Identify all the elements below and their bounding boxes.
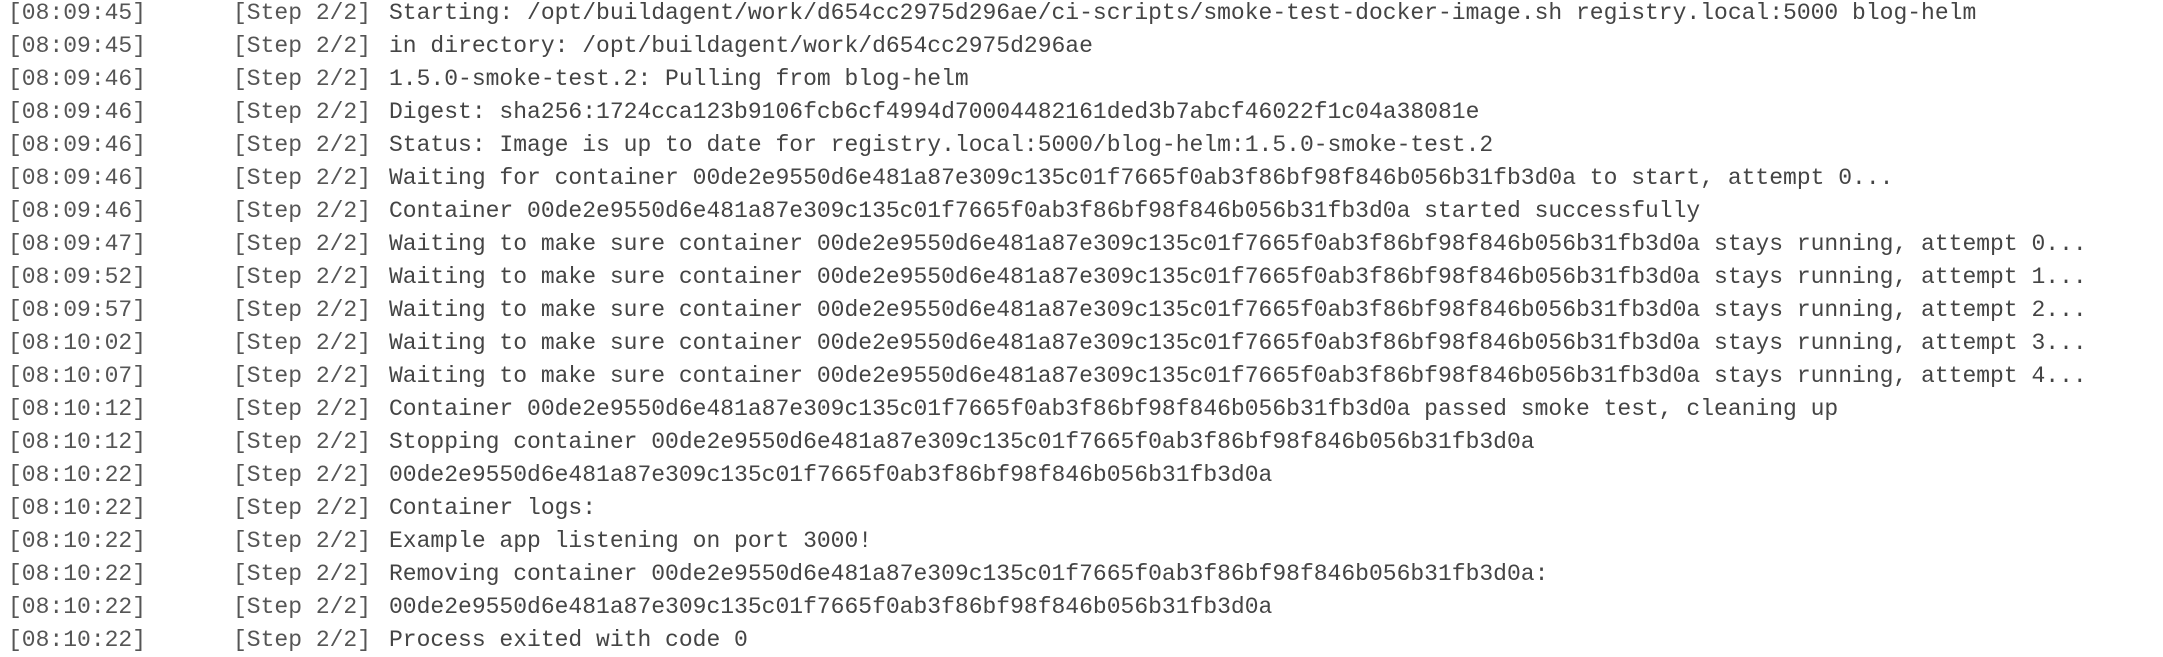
log-timestamp: [08:09:46] xyxy=(8,99,147,125)
log-message: 00de2e9550d6e481a87e309c135c01f7665f0ab3… xyxy=(389,462,1273,488)
log-step-tag: [Step 2/2] xyxy=(233,594,372,620)
log-timestamp: [08:09:46] xyxy=(8,198,147,224)
log-timestamp: [08:10:22] xyxy=(8,462,147,488)
log-timestamp: [08:10:22] xyxy=(8,495,147,521)
log-timestamp: [08:09:46] xyxy=(8,66,147,92)
log-line: [08:09:46] [Step 2/2] 1.5.0-smoke-test.2… xyxy=(0,63,2163,96)
log-line: [08:10:02] [Step 2/2] Waiting to make su… xyxy=(0,327,2163,360)
log-line: [08:09:46] [Step 2/2] Digest: sha256:172… xyxy=(0,96,2163,129)
log-step-tag: [Step 2/2] xyxy=(233,561,372,587)
log-line: [08:09:45] [Step 2/2] in directory: /opt… xyxy=(0,30,2163,63)
log-step-tag: [Step 2/2] xyxy=(233,528,372,554)
log-step-tag: [Step 2/2] xyxy=(233,165,372,191)
log-line: [08:10:22] [Step 2/2] Container logs: xyxy=(0,492,2163,525)
log-step-tag: [Step 2/2] xyxy=(233,198,372,224)
log-step-tag: [Step 2/2] xyxy=(233,396,372,422)
log-timestamp: [08:09:57] xyxy=(8,297,147,323)
log-line: [08:10:22] [Step 2/2] Removing container… xyxy=(0,558,2163,591)
log-line: [08:10:22] [Step 2/2] Example app listen… xyxy=(0,525,2163,558)
log-line: [08:10:12] [Step 2/2] Container 00de2e95… xyxy=(0,393,2163,426)
log-timestamp: [08:10:07] xyxy=(8,363,147,389)
log-step-tag: [Step 2/2] xyxy=(233,99,372,125)
log-timestamp: [08:09:46] xyxy=(8,165,147,191)
log-line: [08:10:07] [Step 2/2] Waiting to make su… xyxy=(0,360,2163,393)
log-message: Status: Image is up to date for registry… xyxy=(389,132,1494,158)
log-line: [08:09:57] [Step 2/2] Waiting to make su… xyxy=(0,294,2163,327)
log-message: Process exited with code 0 xyxy=(389,627,748,653)
log-line: [08:10:12] [Step 2/2] Stopping container… xyxy=(0,426,2163,459)
log-message: Waiting to make sure container 00de2e955… xyxy=(389,297,2087,323)
log-step-tag: [Step 2/2] xyxy=(233,132,372,158)
log-timestamp: [08:10:22] xyxy=(8,561,147,587)
log-step-tag: [Step 2/2] xyxy=(233,0,372,26)
log-message: Waiting to make sure container 00de2e955… xyxy=(389,231,2087,257)
log-step-tag: [Step 2/2] xyxy=(233,33,372,59)
log-message: Waiting to make sure container 00de2e955… xyxy=(389,330,2087,356)
log-timestamp: [08:10:02] xyxy=(8,330,147,356)
log-message: Container 00de2e9550d6e481a87e309c135c01… xyxy=(389,198,1701,224)
log-message: Stopping container 00de2e9550d6e481a87e3… xyxy=(389,429,1535,455)
log-line: [08:09:52] [Step 2/2] Waiting to make su… xyxy=(0,261,2163,294)
log-message: Digest: sha256:1724cca123b9106fcb6cf4994… xyxy=(389,99,1480,125)
log-message: Waiting for container 00de2e9550d6e481a8… xyxy=(389,165,1894,191)
log-line: [08:09:45] [Step 2/2] Starting: /opt/bui… xyxy=(0,0,2163,30)
log-message: Starting: /opt/buildagent/work/d654cc297… xyxy=(389,0,1977,26)
log-line: [08:10:22] [Step 2/2] 00de2e9550d6e481a8… xyxy=(0,459,2163,492)
log-step-tag: [Step 2/2] xyxy=(233,627,372,653)
log-timestamp: [08:10:22] xyxy=(8,528,147,554)
log-message: Removing container 00de2e9550d6e481a87e3… xyxy=(389,561,1549,587)
log-timestamp: [08:09:45] xyxy=(8,33,147,59)
log-step-tag: [Step 2/2] xyxy=(233,231,372,257)
log-timestamp: [08:10:12] xyxy=(8,429,147,455)
log-line: [08:09:46] [Step 2/2] Container 00de2e95… xyxy=(0,195,2163,228)
log-message: 00de2e9550d6e481a87e309c135c01f7665f0ab3… xyxy=(389,594,1273,620)
log-line: [08:10:22] [Step 2/2] 00de2e9550d6e481a8… xyxy=(0,591,2163,624)
log-message: Example app listening on port 3000! xyxy=(389,528,873,554)
log-step-tag: [Step 2/2] xyxy=(233,495,372,521)
log-line: [08:09:46] [Step 2/2] Status: Image is u… xyxy=(0,129,2163,162)
log-timestamp: [08:09:45] xyxy=(8,0,147,26)
log-message: in directory: /opt/buildagent/work/d654c… xyxy=(389,33,1093,59)
build-log-view: [08:09:45] [Step 2/2] Starting: /opt/bui… xyxy=(0,0,2163,657)
log-line: [08:09:46] [Step 2/2] Waiting for contai… xyxy=(0,162,2163,195)
log-line: [08:10:22] [Step 2/2] Process exited wit… xyxy=(0,624,2163,657)
log-step-tag: [Step 2/2] xyxy=(233,66,372,92)
log-line: [08:09:47] [Step 2/2] Waiting to make su… xyxy=(0,228,2163,261)
log-timestamp: [08:10:22] xyxy=(8,594,147,620)
log-timestamp: [08:10:12] xyxy=(8,396,147,422)
log-message: Container 00de2e9550d6e481a87e309c135c01… xyxy=(389,396,1839,422)
log-timestamp: [08:09:52] xyxy=(8,264,147,290)
log-step-tag: [Step 2/2] xyxy=(233,462,372,488)
log-step-tag: [Step 2/2] xyxy=(233,264,372,290)
log-message: Container logs: xyxy=(389,495,597,521)
log-timestamp: [08:10:22] xyxy=(8,627,147,653)
log-step-tag: [Step 2/2] xyxy=(233,429,372,455)
log-step-tag: [Step 2/2] xyxy=(233,297,372,323)
log-timestamp: [08:09:46] xyxy=(8,132,147,158)
log-step-tag: [Step 2/2] xyxy=(233,363,372,389)
log-step-tag: [Step 2/2] xyxy=(233,330,372,356)
log-message: Waiting to make sure container 00de2e955… xyxy=(389,363,2087,389)
log-message: 1.5.0-smoke-test.2: Pulling from blog-he… xyxy=(389,66,969,92)
log-message: Waiting to make sure container 00de2e955… xyxy=(389,264,2087,290)
log-timestamp: [08:09:47] xyxy=(8,231,147,257)
